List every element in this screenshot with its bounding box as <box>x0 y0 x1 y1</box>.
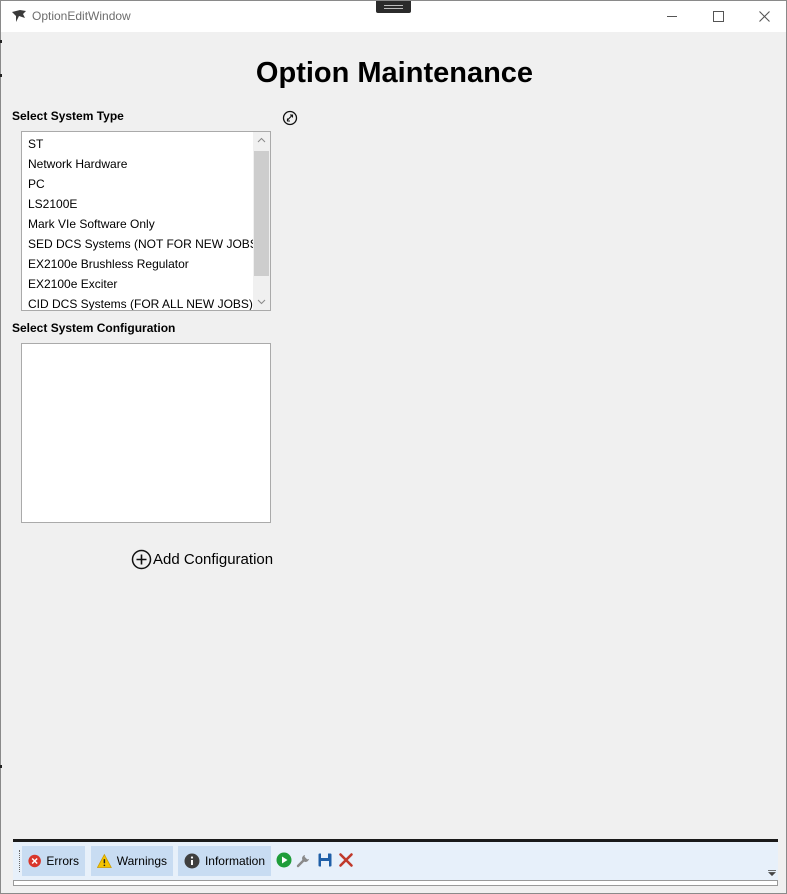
edge-artifact <box>0 40 2 43</box>
list-item[interactable]: EX2100e Brushless Regulator <box>28 254 189 274</box>
plus-circle-icon <box>131 549 152 569</box>
wrench-icon[interactable] <box>296 852 312 868</box>
errors-label: Errors <box>46 854 79 868</box>
list-item[interactable]: CID DCS Systems (FOR ALL NEW JOBS) <box>28 294 253 310</box>
list-item[interactable]: PC <box>28 174 45 194</box>
minimize-button[interactable] <box>649 1 695 32</box>
system-configuration-list[interactable] <box>21 343 271 523</box>
system-type-list[interactable]: ST Network Hardware PC LS2100E Mark VIe … <box>21 131 271 311</box>
drag-grip[interactable] <box>376 1 411 13</box>
warnings-button[interactable]: Warnings <box>91 846 173 876</box>
app-logo-icon <box>12 10 26 22</box>
list-item[interactable]: Network Hardware <box>28 154 127 174</box>
close-window-icon <box>758 11 770 22</box>
warnings-label: Warnings <box>116 854 167 868</box>
list-item[interactable]: ST <box>28 134 43 154</box>
window-title: OptionEditWindow <box>32 9 131 23</box>
scroll-down-icon[interactable] <box>253 293 270 310</box>
errors-button[interactable]: Errors <box>22 846 85 876</box>
option-edit-window: OptionEditWindow Option Maintenance Sele… <box>0 0 787 894</box>
information-label: Information <box>204 854 265 868</box>
info-icon <box>184 853 200 869</box>
scroll-thumb[interactable] <box>254 151 269 276</box>
list-scrollbar[interactable] <box>253 132 270 310</box>
window-close-button[interactable] <box>741 1 786 32</box>
list-item[interactable]: SED DCS Systems (NOT FOR NEW JOBS) <box>28 234 262 254</box>
list-item[interactable]: Mark VIe Software Only <box>28 214 155 234</box>
information-button[interactable]: Information <box>178 846 271 876</box>
system-configuration-label: Select System Configuration <box>12 321 176 335</box>
error-icon <box>28 854 41 868</box>
list-item[interactable]: EX2100e Exciter <box>28 274 117 294</box>
close-icon[interactable] <box>338 852 354 868</box>
list-item[interactable]: LS2100E <box>28 194 77 214</box>
maximize-button[interactable] <box>695 1 741 32</box>
title-bar[interactable]: OptionEditWindow <box>1 1 786 32</box>
warning-icon <box>97 853 112 868</box>
save-icon[interactable] <box>317 852 333 868</box>
maximize-icon <box>712 11 724 22</box>
edge-artifact <box>0 765 2 768</box>
status-bar: Errors Warnings Information <box>13 842 778 880</box>
add-configuration-button[interactable]: Add Configuration <box>131 548 273 570</box>
page-title: Option Maintenance <box>255 57 534 89</box>
refresh-icon[interactable] <box>282 110 298 126</box>
scroll-up-icon[interactable] <box>253 132 270 149</box>
overflow-chevron-icon[interactable] <box>768 870 776 876</box>
status-scrollbar[interactable] <box>13 880 778 886</box>
play-icon[interactable] <box>276 852 292 868</box>
edge-artifact <box>0 74 2 77</box>
add-configuration-label: Add Configuration <box>153 550 274 568</box>
system-type-label: Select System Type <box>12 109 124 123</box>
minimize-icon <box>667 16 677 17</box>
